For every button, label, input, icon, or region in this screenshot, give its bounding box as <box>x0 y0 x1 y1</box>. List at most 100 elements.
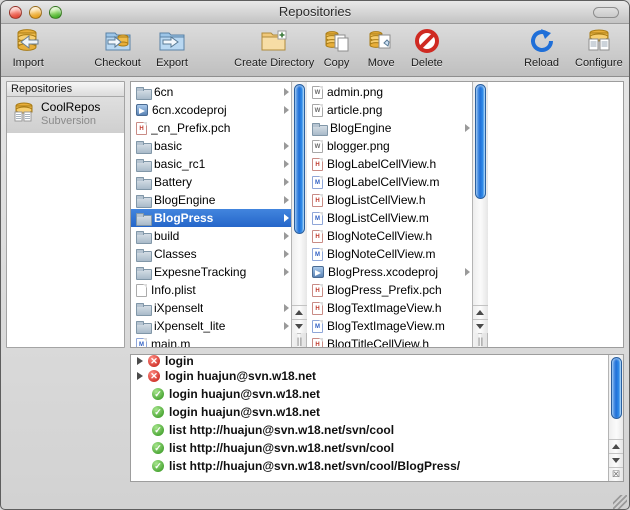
browser-row[interactable]: H BlogTitleCellView.h <box>307 335 472 347</box>
image-file-icon: W <box>312 85 323 99</box>
toolbar-button-export[interactable]: Export <box>145 24 199 69</box>
browser-row[interactable]: 6cn.xcodeproj <box>131 101 291 119</box>
objc-file-icon: M <box>312 247 323 261</box>
scroll-track[interactable] <box>291 82 307 305</box>
browser-row[interactable]: BlogPress <box>131 209 291 227</box>
chevron-right-icon <box>284 268 289 276</box>
scroll-up-button[interactable] <box>609 439 623 453</box>
browser-row[interactable]: Warticle.png <box>307 101 472 119</box>
column-2-scrollbar[interactable]: | | <box>472 82 488 347</box>
scroll-up-button[interactable] <box>472 305 488 319</box>
item-name: BlogLabelCellView.h <box>327 157 437 171</box>
toolbar-button-delete[interactable]: Delete <box>404 24 451 69</box>
log-area: ✕ login ✕ login huajun@svn.w18.net ✓ login hu… <box>6 354 624 482</box>
browser-row[interactable]: M BlogNoteCellView.m <box>307 245 472 263</box>
folder-icon <box>136 266 152 280</box>
disclosure-triangle-icon[interactable] <box>137 356 143 365</box>
browser-row[interactable]: H _cn_Prefix.pch <box>131 119 291 137</box>
log-entry[interactable]: ✕ login <box>131 355 608 368</box>
browser-row[interactable]: 6cn <box>131 83 291 101</box>
window-resize-grip[interactable] <box>613 495 627 509</box>
xcode-project-icon <box>136 104 148 116</box>
browser-row[interactable]: M BlogTextImageView.m <box>307 317 472 335</box>
browser-column-3[interactable] <box>488 82 623 347</box>
browser-column-2: Wadmin.png Warticle.png BlogEngine Wblogger… <box>307 82 488 347</box>
item-name: _cn_Prefix.pch <box>151 121 231 135</box>
scroll-thumb[interactable] <box>474 84 486 199</box>
scroll-up-button[interactable] <box>291 305 307 319</box>
browser-row[interactable]: H BlogNoteCellView.h <box>307 227 472 245</box>
scroll-thumb[interactable] <box>293 84 305 234</box>
toolbar-button-configure[interactable]: Configure <box>569 24 629 69</box>
browser-row[interactable]: ExpesneTracking <box>131 263 291 281</box>
browser-row[interactable]: M BlogLabelCellView.m <box>307 173 472 191</box>
scroll-track[interactable] <box>609 355 623 439</box>
browser-row[interactable]: iXpenselt_lite <box>131 317 291 335</box>
browser-row[interactable]: H BlogLabelCellView.h <box>307 155 472 173</box>
chevron-right-icon <box>284 106 289 114</box>
scroll-down-button[interactable] <box>472 319 488 333</box>
log-scrollbar[interactable]: ☒ <box>608 355 623 481</box>
column-1-scrollbar[interactable]: | | <box>291 82 307 347</box>
scroll-down-button[interactable] <box>291 319 307 333</box>
toolbar-button-reload[interactable]: Reload <box>514 24 568 69</box>
xcode-project-icon <box>312 266 324 278</box>
item-name: main.m <box>151 337 191 347</box>
browser-row[interactable]: H BlogPress_Prefix.pch <box>307 281 472 299</box>
chevron-right-icon <box>284 88 289 96</box>
browser-row[interactable]: BlogEngine <box>307 119 472 137</box>
chevron-right-icon <box>284 214 289 222</box>
item-name: Classes <box>154 247 197 261</box>
item-name: basic_rc1 <box>154 157 206 171</box>
toolbar-toggle-button[interactable] <box>593 7 619 18</box>
browser-row[interactable]: iXpenselt <box>131 299 291 317</box>
browser-row[interactable]: build <box>131 227 291 245</box>
log-entry[interactable]: ✓ list http://huajun@svn.w18.net/svn/cool <box>131 439 608 457</box>
disclosure-triangle-icon[interactable] <box>137 372 143 380</box>
browser-row[interactable]: Mmain.m <box>131 335 291 347</box>
toolbar-button-checkout[interactable]: Checkout <box>90 24 144 69</box>
log-list: ✕ login ✕ login huajun@svn.w18.net ✓ login hu… <box>131 355 608 481</box>
chevron-right-icon <box>284 322 289 330</box>
log-entry[interactable]: ✓ login huajun@svn.w18.net <box>131 385 608 403</box>
column-resize-grip[interactable]: | | <box>296 333 302 347</box>
objc-file-icon: M <box>312 175 323 189</box>
scroll-down-button[interactable] <box>609 453 623 467</box>
browser-row[interactable]: Battery <box>131 173 291 191</box>
browser-row[interactable]: Info.plist <box>131 281 291 299</box>
log-text: login <box>165 355 194 368</box>
log-entry[interactable]: ✓ list http://huajun@svn.w18.net/svn/cool <box>131 421 608 439</box>
browser-row[interactable]: Wadmin.png <box>307 83 472 101</box>
toolbar-button-import[interactable]: Import <box>1 24 55 69</box>
browser-row[interactable]: basic_rc1 <box>131 155 291 173</box>
sidebar-item-coolrepos[interactable]: CoolRepos Subversion <box>7 97 124 133</box>
item-name: iXpenselt_lite <box>154 319 226 333</box>
scroll-thumb[interactable] <box>611 357 622 419</box>
log-text: login huajun@svn.w18.net <box>169 387 321 401</box>
browser-row[interactable]: Classes <box>131 245 291 263</box>
image-file-icon: W <box>312 103 323 117</box>
toolbar-button-move[interactable]: Move <box>359 24 404 69</box>
browser-row[interactable]: BlogPress.xcodeproj <box>307 263 472 281</box>
browser-row[interactable]: BlogEngine <box>131 191 291 209</box>
browser-row[interactable]: H BlogTextImageView.h <box>307 299 472 317</box>
item-name: basic <box>154 139 183 153</box>
log-close-button[interactable]: ☒ <box>609 467 623 481</box>
toolbar-button-copy[interactable]: Copy <box>314 24 359 69</box>
log-entry[interactable]: ✕ login huajun@svn.w18.net <box>131 367 608 385</box>
toolbar-button-create-directory[interactable]: Create Directory <box>234 24 314 69</box>
scroll-track[interactable] <box>472 82 488 305</box>
item-name: iXpenselt <box>154 301 204 315</box>
browser-row[interactable]: M BlogListCellView.m <box>307 209 472 227</box>
success-icon: ✓ <box>152 388 164 400</box>
log-entry[interactable]: ✓ list http://huajun@svn.w18.net/svn/cool… <box>131 457 608 475</box>
column-resize-grip[interactable]: | | <box>477 333 483 347</box>
window-body: Repositories CoolRepos Subversion 6cn 6c… <box>1 77 629 509</box>
browser-row[interactable]: basic <box>131 137 291 155</box>
log-entry[interactable]: ✓ login huajun@svn.w18.net <box>131 403 608 421</box>
browser-row[interactable]: H BlogListCellView.h <box>307 191 472 209</box>
file-browser: 6cn 6cn.xcodeproj H _cn_Prefix.pchbasic basi… <box>130 81 624 348</box>
folder-icon <box>136 212 152 226</box>
sidebar-header: Repositories <box>7 82 124 97</box>
browser-row[interactable]: Wblogger.png <box>307 137 472 155</box>
